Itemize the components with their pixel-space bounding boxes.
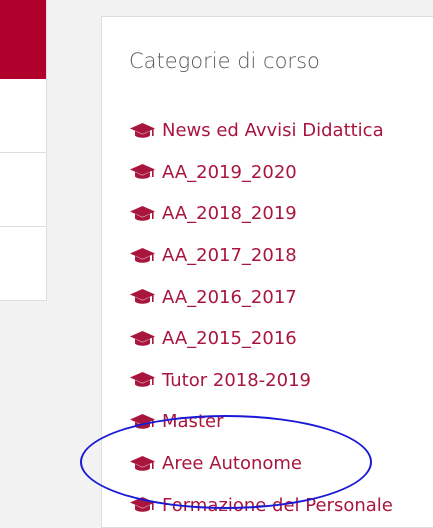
category-link[interactable]: AA_2019_2020 [129, 152, 393, 194]
category-link[interactable]: Master [129, 401, 393, 443]
category-link[interactable]: Formazione del Personale [129, 484, 393, 526]
graduation-cap-icon [129, 122, 162, 140]
category-label: AA_2017_2018 [162, 245, 297, 267]
category-label: Aree Autonome [162, 453, 303, 475]
category-list: News ed Avvisi Didattica AA_2019_2020 AA_2… [129, 110, 393, 526]
left-side-panel [0, 0, 47, 301]
category-link[interactable]: AA_2018_2019 [129, 193, 393, 235]
graduation-cap-icon [129, 247, 162, 265]
category-label: Formazione del Personale [162, 494, 393, 516]
left-accent-bar[interactable] [0, 0, 46, 79]
category-link[interactable]: Aree Autonome [129, 443, 393, 485]
category-link[interactable]: Tutor 2018-2019 [129, 360, 393, 402]
category-link[interactable]: News ed Avvisi Didattica [129, 110, 393, 152]
category-label: AA_2015_2016 [162, 328, 297, 350]
category-link[interactable]: AA_2015_2016 [129, 318, 393, 360]
graduation-cap-icon [129, 413, 162, 431]
category-label: News ed Avvisi Didattica [162, 120, 384, 142]
graduation-cap-icon [129, 205, 162, 223]
category-label: AA_2019_2020 [162, 161, 297, 183]
course-categories-block: Categorie di corso News ed Avvisi Didatt… [101, 16, 433, 528]
graduation-cap-icon [129, 288, 162, 306]
category-link[interactable]: AA_2016_2017 [129, 276, 393, 318]
category-label: AA_2016_2017 [162, 286, 297, 308]
graduation-cap-icon [129, 371, 162, 389]
category-link[interactable]: AA_2017_2018 [129, 235, 393, 277]
block-title: Categorie di corso [129, 49, 320, 73]
category-label: Tutor 2018-2019 [162, 369, 311, 391]
left-divider [0, 226, 46, 227]
left-divider [0, 152, 46, 153]
graduation-cap-icon [129, 163, 162, 181]
graduation-cap-icon [129, 496, 162, 514]
graduation-cap-icon [129, 455, 162, 473]
category-label: AA_2018_2019 [162, 203, 297, 225]
graduation-cap-icon [129, 330, 162, 348]
category-label: Master [162, 411, 224, 433]
